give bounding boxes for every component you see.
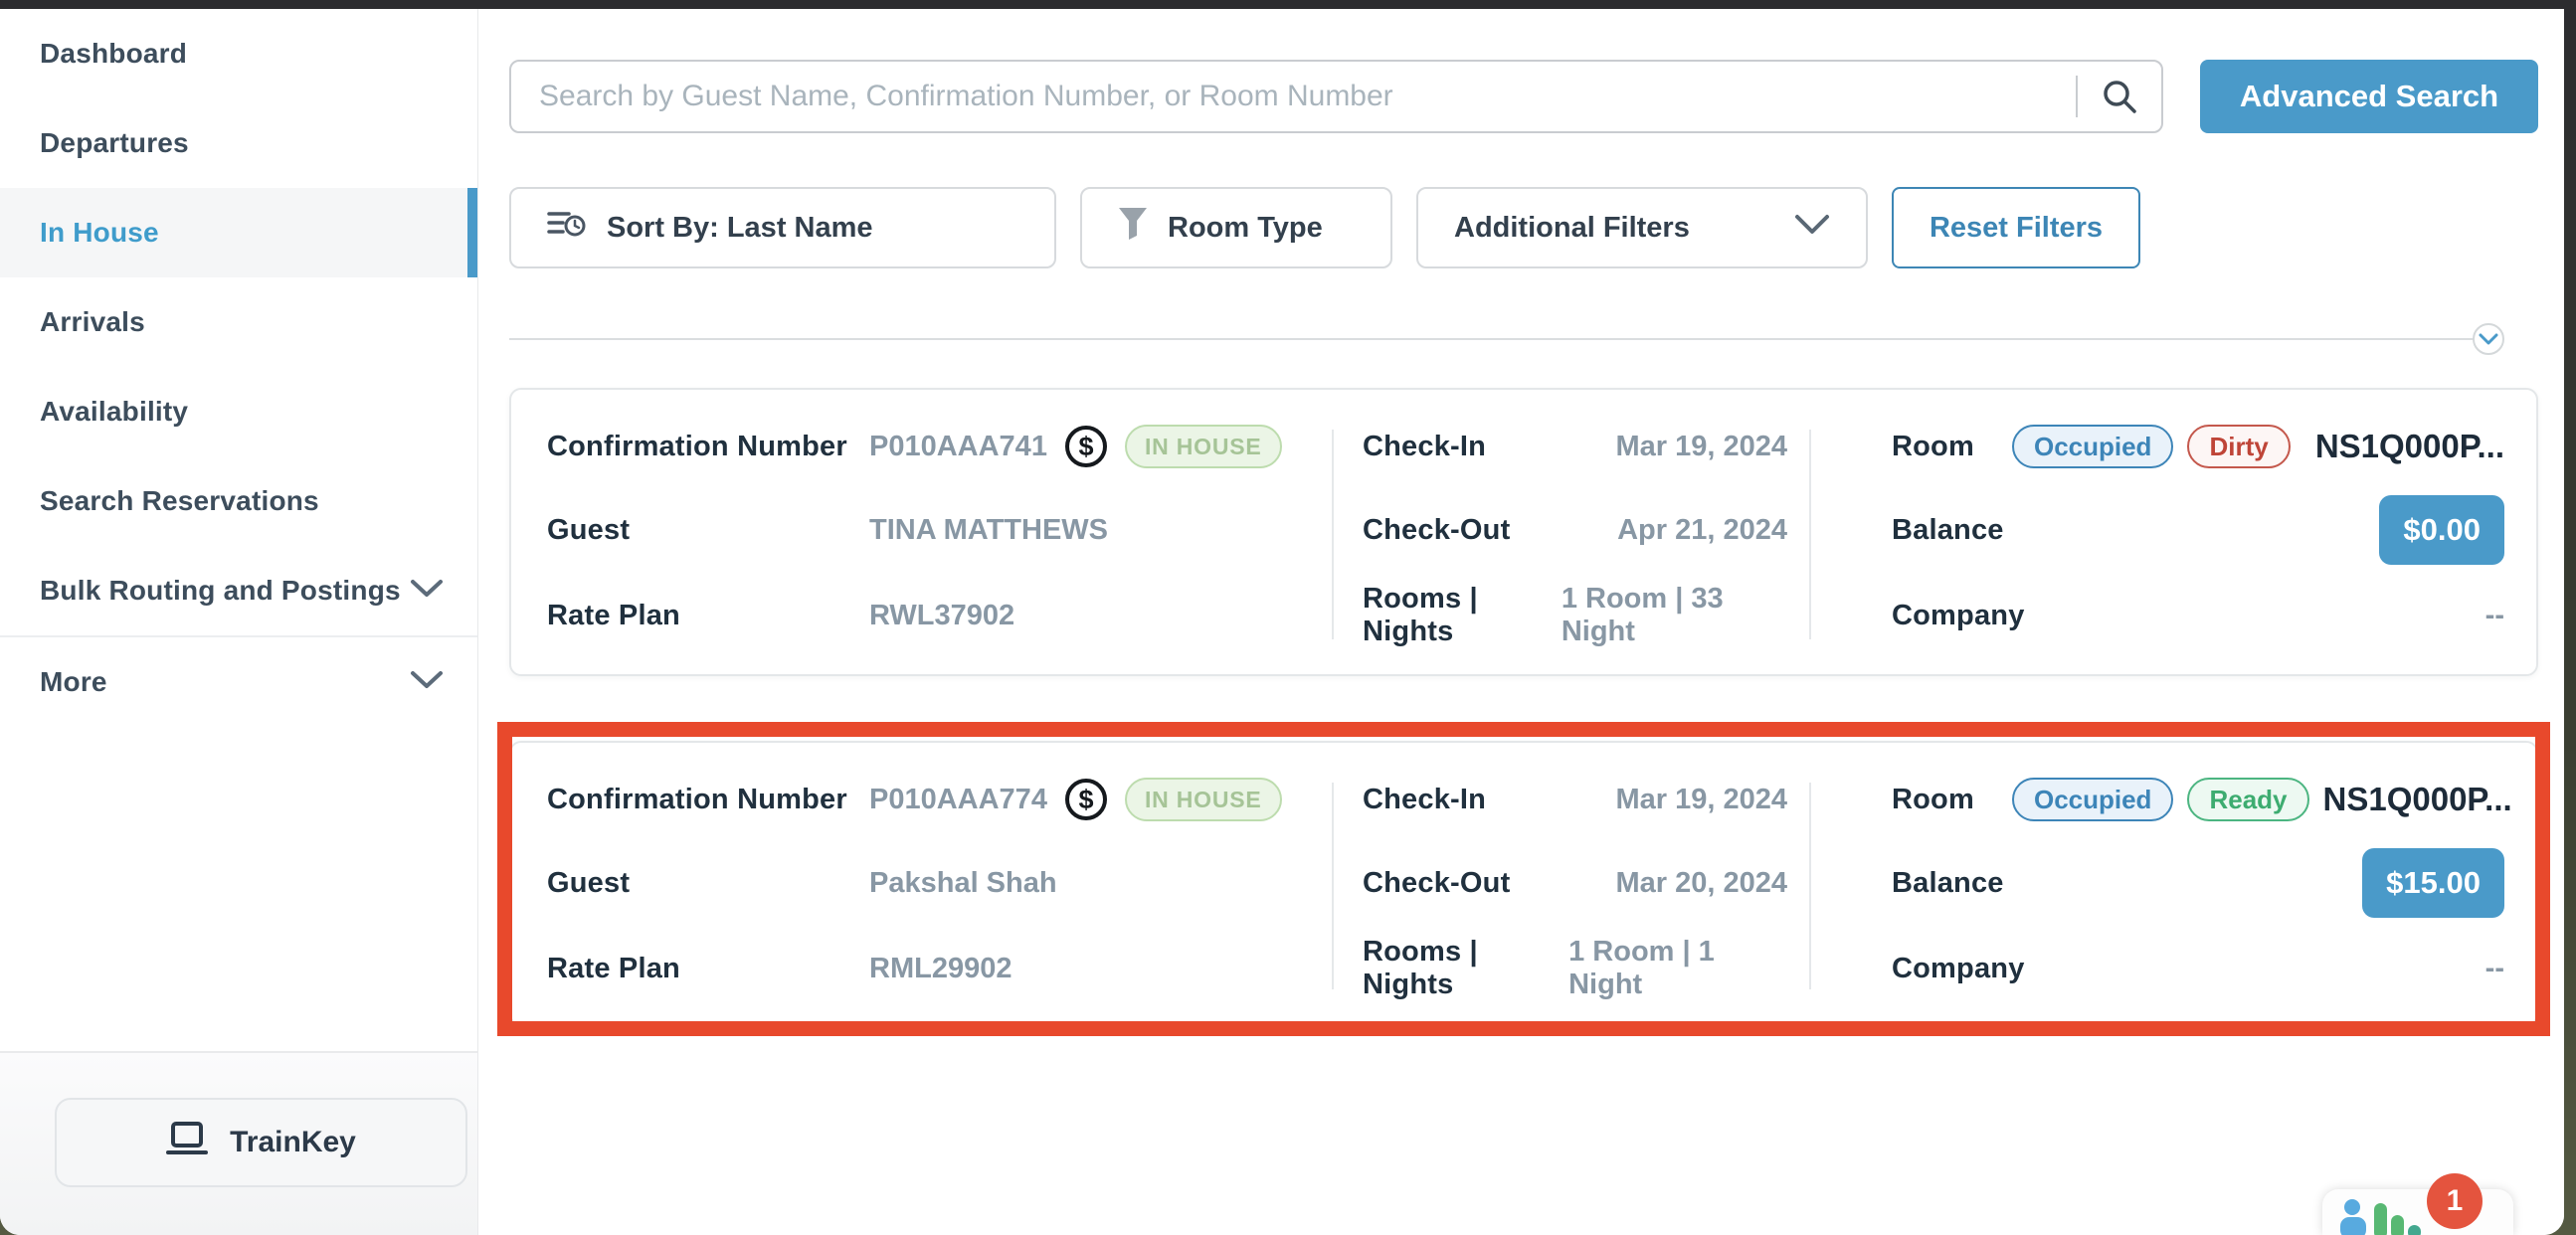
occupancy-status-pill: Occupied [2012,425,2173,468]
sidebar-item-arrivals[interactable]: Arrivals [0,277,477,367]
sidebar-item-more[interactable]: More [0,637,477,727]
guest-name: TINA MATTHEWS [869,514,1108,547]
collapse-toggle-button[interactable] [2473,323,2504,355]
sidebar-item-label: Dashboard [40,38,187,70]
sidebar-item-search-reservations[interactable]: Search Reservations [0,456,477,546]
balance-label: Balance [1892,867,2004,900]
chat-people-icon [2338,1199,2424,1235]
rooms-nights-value: 1 Room | 1 Night [1568,936,1787,1001]
dollar-icon[interactable]: $ [1065,426,1107,467]
rate-plan-label: Rate Plan [547,600,680,632]
rate-plan-label: Rate Plan [547,953,680,985]
sidebar-item-dashboard[interactable]: Dashboard [0,9,477,98]
company-value: -- [2485,600,2504,632]
column-divider [1332,783,1334,989]
company-value: -- [2485,953,2504,985]
confirmation-label: Confirmation Number [547,431,847,463]
check-in-label: Check-In [1363,784,1486,816]
chevron-down-icon [410,575,444,607]
balance-button[interactable]: $15.00 [2362,848,2504,918]
sidebar-item-label: More [40,666,107,698]
trainkey-label: TrainKey [230,1126,356,1159]
sidebar-item-in-house[interactable]: In House [0,188,477,277]
search-icon[interactable] [2078,78,2161,115]
check-in-label: Check-In [1363,431,1486,463]
balance-button[interactable]: $0.00 [2379,495,2504,565]
chevron-down-icon [1794,212,1830,245]
check-in-date: Mar 19, 2024 [1615,784,1787,816]
room-number: NS1Q000P... [2315,428,2504,465]
sidebar-item-label: Bulk Routing and Postings [40,575,401,607]
search-input[interactable] [511,62,2076,131]
sort-icon [547,208,587,248]
sort-by-label: Sort By: Last Name [607,212,873,245]
sidebar-item-availability[interactable]: Availability [0,367,477,456]
sidebar-item-label: Arrivals [40,306,145,338]
confirmation-number[interactable]: P010AAA774 [869,784,1047,816]
desktop-background: Dashboard Departures In House Arrivals A… [0,0,2576,1235]
room-label: Room [1892,784,1974,816]
status-badge: IN HOUSE [1125,778,1282,821]
company-label: Company [1892,953,2025,985]
check-out-date: Apr 21, 2024 [1617,514,1787,547]
room-type-filter-button[interactable]: Room Type [1080,187,1392,268]
check-out-label: Check-Out [1363,514,1510,547]
section-divider [509,323,2510,355]
laptop-icon [166,1121,208,1164]
reservation-card[interactable]: Confirmation Number P010AAA741 $ IN HOUS… [509,388,2538,676]
room-type-label: Room Type [1168,212,1323,245]
sidebar-item-label: Departures [40,127,189,159]
main-content: Advanced Search Sort By: Last Name Room … [479,9,2564,1235]
rate-plan-value: RWL37902 [869,600,1014,632]
rooms-nights-value: 1 Room | 33 Night [1562,583,1787,648]
divider-line [509,338,2494,340]
guest-label: Guest [547,514,630,547]
sidebar-item-departures[interactable]: Departures [0,98,477,188]
guest-name: Pakshal Shah [869,867,1057,900]
advanced-search-button[interactable]: Advanced Search [2200,60,2538,133]
search-box [509,60,2163,133]
reset-filters-button[interactable]: Reset Filters [1892,187,2140,268]
column-divider [1332,430,1334,639]
column-divider [1809,783,1811,989]
rate-plan-value: RML29902 [869,953,1012,985]
rooms-nights-label: Rooms | Nights [1363,936,1568,1001]
confirmation-label: Confirmation Number [547,784,847,816]
sort-by-button[interactable]: Sort By: Last Name [509,187,1056,268]
sidebar: Dashboard Departures In House Arrivals A… [0,9,478,1235]
check-out-date: Mar 20, 2024 [1615,867,1787,900]
dollar-icon[interactable]: $ [1065,779,1107,820]
additional-filters-label: Additional Filters [1454,212,1690,245]
sidebar-item-label: In House [40,217,159,249]
check-out-label: Check-Out [1363,867,1510,900]
sidebar-item-label: Search Reservations [40,485,319,517]
notification-badge[interactable]: 1 [2427,1173,2483,1229]
chevron-down-icon [410,666,444,698]
room-number: NS1Q000P... [2323,781,2512,818]
sidebar-item-label: Availability [40,396,188,428]
column-divider [1809,430,1811,639]
room-label: Room [1892,431,1974,463]
status-badge: IN HOUSE [1125,425,1282,468]
sidebar-item-bulk-routing[interactable]: Bulk Routing and Postings [0,546,477,635]
housekeeping-status-pill: Dirty [2187,425,2290,468]
rooms-nights-label: Rooms | Nights [1363,583,1562,648]
occupancy-status-pill: Occupied [2012,778,2173,821]
trainkey-button[interactable]: TrainKey [55,1098,467,1187]
chat-widget[interactable]: 1 [2322,1189,2513,1235]
funnel-icon [1118,207,1148,249]
sidebar-nav: Dashboard Departures In House Arrivals A… [0,9,477,727]
housekeeping-status-pill: Ready [2187,778,2308,821]
app-window: Dashboard Departures In House Arrivals A… [0,9,2564,1235]
sidebar-footer: TrainKey [0,1051,477,1235]
balance-label: Balance [1892,514,2004,547]
confirmation-number[interactable]: P010AAA741 [869,431,1047,463]
additional-filters-button[interactable]: Additional Filters [1416,187,1868,268]
reservation-card-highlighted[interactable]: Confirmation Number P010AAA774 $ IN HOUS… [509,741,2538,1026]
guest-label: Guest [547,867,630,900]
check-in-date: Mar 19, 2024 [1615,431,1787,463]
company-label: Company [1892,600,2025,632]
filter-row: Sort By: Last Name Room Type Additional … [509,187,2140,268]
